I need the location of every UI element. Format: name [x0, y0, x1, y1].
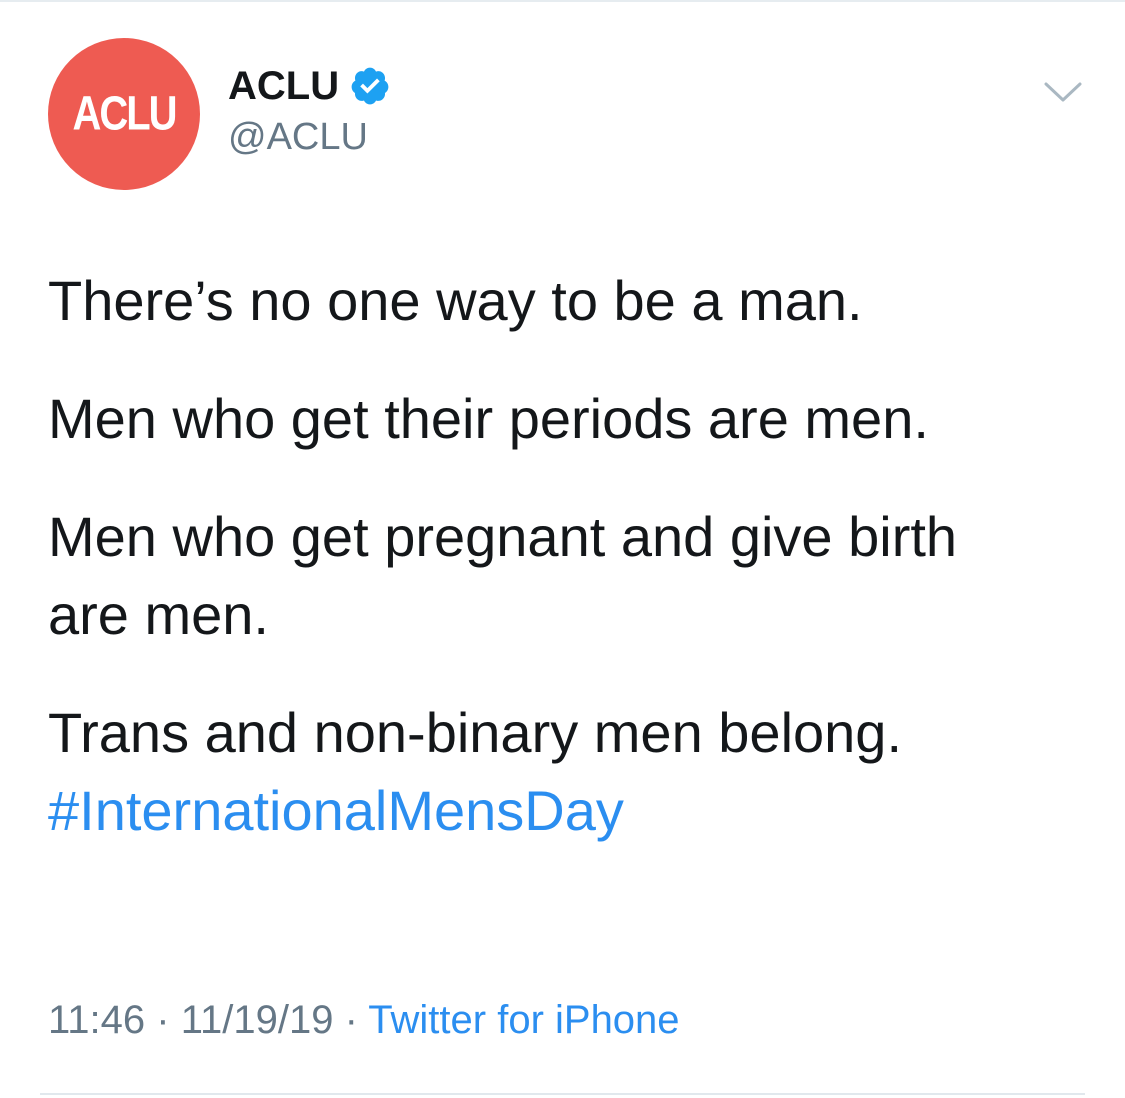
tweet-metadata: 11:46 · 11/19/19 · Twitter for iPhone [48, 998, 680, 1043]
tweet-time: 11:46 [48, 998, 146, 1042]
meta-separator: · [156, 998, 170, 1042]
meta-separator: · [344, 998, 358, 1042]
verified-badge-icon [349, 65, 391, 107]
tweet-date: 11/19/19 [180, 998, 334, 1042]
display-name[interactable]: ACLU [228, 64, 339, 109]
tweet-line: Men who get their periods are men. [48, 387, 929, 450]
tweet-line: Men who get pregnant and give birth [48, 505, 958, 568]
bottom-divider [40, 1093, 1085, 1095]
tweet-menu-button[interactable] [1038, 70, 1088, 114]
hashtag-link[interactable]: #InternationalMensDay [48, 772, 1098, 850]
tweet-line: There’s no one way to be a man. [48, 269, 863, 332]
tweet-text: There’s no one way to be a man. Men who … [48, 262, 1098, 850]
user-handle[interactable]: @ACLU [228, 116, 368, 159]
tweet-source-link[interactable]: Twitter for iPhone [368, 998, 679, 1042]
avatar-logo-text: ACLU [72, 87, 177, 140]
tweet-line: are men. [48, 583, 269, 646]
tweet-line: Trans and non-binary men belong. [48, 701, 902, 764]
chevron-down-icon [1044, 82, 1082, 102]
user-name-row[interactable]: ACLU [228, 62, 391, 110]
top-divider [0, 0, 1125, 2]
avatar[interactable]: ACLU [48, 38, 200, 190]
